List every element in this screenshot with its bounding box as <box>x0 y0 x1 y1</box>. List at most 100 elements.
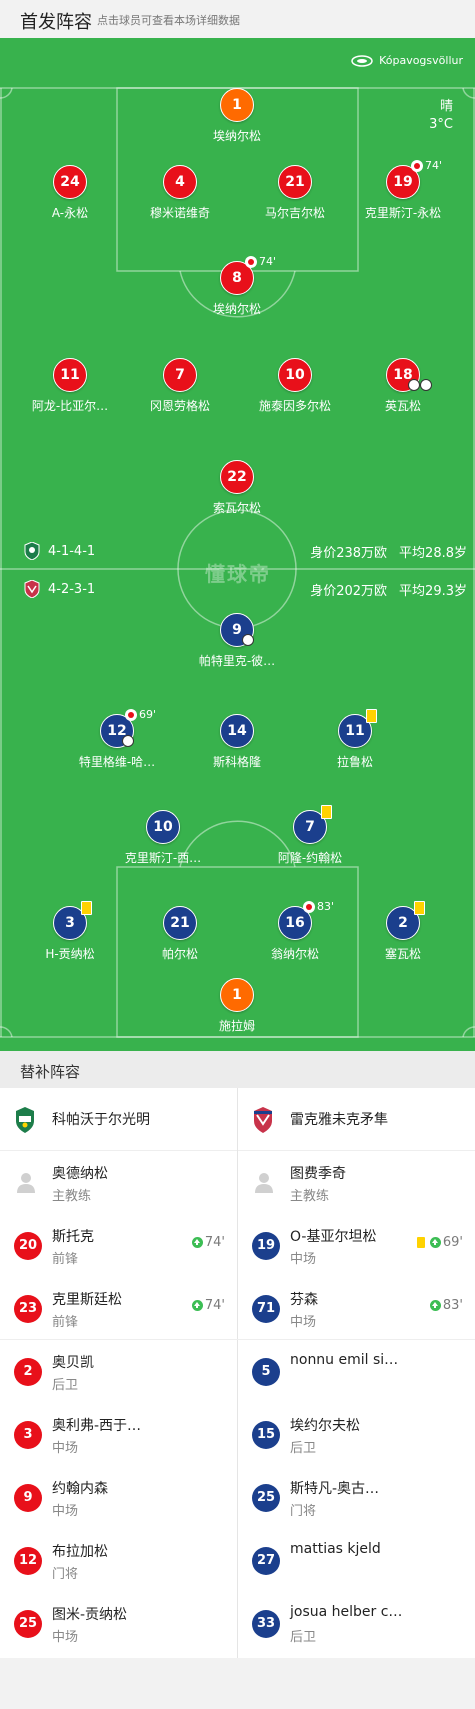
home-formation: 4-1-4-1 <box>24 542 95 560</box>
subs-title: 替补阵容 <box>20 1063 81 1081</box>
player-name: 阿隆-约翰松 <box>277 851 343 865</box>
subs-column-divider <box>237 1088 238 1658</box>
sub-player-row[interactable]: 12 布拉加松 门将 <box>0 1529 237 1592</box>
home-player[interactable]: 22 索瓦尔松 <box>172 460 302 516</box>
away-player[interactable]: 21 帕尔松 <box>115 906 245 962</box>
sub-number: 25 <box>14 1610 42 1638</box>
stadium-icon <box>351 54 373 67</box>
sub-number: 2 <box>14 1358 42 1386</box>
sub-player-row[interactable]: 2 奥贝凯 后卫 <box>0 1340 237 1403</box>
weather-condition: 晴 <box>439 99 453 114</box>
sub-position: 前锋 <box>52 1315 79 1330</box>
player-number: 1 <box>220 978 254 1012</box>
home-team-value: 身价238万欧 <box>310 546 388 561</box>
sub-position: 后卫 <box>52 1378 79 1393</box>
sub-off-badge: 83' <box>303 901 334 913</box>
coach-name: 奥德纳松 <box>52 1166 108 1182</box>
home-team-name: 科帕沃于尔光明 <box>52 1112 150 1128</box>
away-team-logo-icon <box>24 580 40 598</box>
away-player[interactable]: 14 斯科格隆 <box>172 714 302 770</box>
sub-player-row[interactable]: 25 斯特凡-奥古… 门将 <box>238 1466 475 1529</box>
player-number-text: 8 <box>232 270 242 286</box>
subs-header: 替补阵容 <box>0 1051 475 1088</box>
home-player[interactable]: 1 埃纳尔松 <box>172 88 302 144</box>
player-number: 7 <box>293 805 332 844</box>
goals-badge <box>242 634 254 646</box>
sub-position: 中场 <box>52 1630 79 1645</box>
player-name: 克里斯汀-永松 <box>364 206 442 220</box>
sub-in-minute: 74' <box>204 1298 225 1313</box>
away-player[interactable]: 7 阿隆-约翰松 <box>245 805 375 866</box>
away-player[interactable]: 11 拉鲁松 <box>290 709 420 770</box>
watermark: 懂球帝 <box>205 562 271 586</box>
sub-player-row[interactable]: 5 nonnu emil si… <box>238 1340 475 1403</box>
home-coach-row[interactable]: 奥德纳松 主教练 <box>0 1151 237 1214</box>
away-team-avg-age: 平均29.3岁 <box>399 584 467 599</box>
sub-off-minute: 83' <box>317 900 335 913</box>
football-icon <box>420 379 432 391</box>
home-player[interactable]: 7 冈恩劳格松 <box>115 358 245 414</box>
away-player[interactable]: 12 69' 特里格维-哈… <box>52 709 182 770</box>
sub-number: 27 <box>252 1547 280 1575</box>
sub-name: mattias kjeld <box>290 1541 381 1557</box>
away-player[interactable]: 10 克里斯汀-西… <box>98 810 228 866</box>
sub-in-icon <box>191 1237 203 1248</box>
away-player[interactable]: 1 施拉姆 <box>172 978 302 1034</box>
player-name: 帕尔松 <box>161 947 198 961</box>
football-icon <box>408 379 420 391</box>
sub-in-badge: 83' <box>429 1298 463 1313</box>
home-team-logo-icon <box>16 1107 34 1133</box>
player-name: 帕特里克-彼… <box>198 654 276 668</box>
sub-player-row[interactable]: 19 O-基亚尔坦松 中场 69' <box>238 1214 475 1277</box>
player-number: 14 <box>220 714 254 748</box>
sub-number: 5 <box>252 1358 280 1386</box>
sub-player-row[interactable]: 15 埃约尔夫松 后卫 <box>238 1403 475 1466</box>
home-team-row[interactable]: 科帕沃于尔光明 <box>0 1088 237 1151</box>
sub-player-row[interactable]: 3 奥利弗-西于… 中场 <box>0 1403 237 1466</box>
sub-player-row[interactable]: 9 约翰内森 中场 <box>0 1466 237 1529</box>
sub-player-row[interactable]: 71 芬森 中场 83' <box>238 1277 475 1340</box>
sub-player-row[interactable]: 33 josua helber c… 后卫 <box>238 1592 475 1655</box>
football-icon <box>122 735 134 747</box>
sub-number: 9 <box>14 1484 42 1512</box>
sub-position: 前锋 <box>52 1252 79 1267</box>
sub-in-minute: 83' <box>442 1298 463 1313</box>
sub-position: 中场 <box>290 1252 317 1267</box>
home-formation-text: 4-1-4-1 <box>48 543 96 559</box>
away-team-logo-icon <box>254 1107 272 1133</box>
away-player[interactable]: 9 帕特里克-彼… <box>172 613 302 669</box>
home-player[interactable]: 18 英瓦松 <box>338 358 468 414</box>
home-team-avg-age: 平均28.8岁 <box>399 546 467 561</box>
away-team-row[interactable]: 雷克雅未克矛隼 <box>238 1088 475 1151</box>
home-player[interactable]: 19 74' 克里斯汀-永松 <box>338 160 468 221</box>
sub-off-badge: 69' <box>125 709 156 721</box>
yellow-card-icon <box>416 1237 425 1248</box>
sub-player-row[interactable]: 25 图米-贡纳松 中场 <box>0 1592 237 1655</box>
player-number: 21 <box>278 165 312 199</box>
sub-name: 奥利弗-西于… <box>52 1418 142 1434</box>
sub-name: josua helber c… <box>290 1604 403 1620</box>
away-team-name: 雷克雅未克矛隼 <box>290 1112 388 1128</box>
player-number: 1 <box>220 88 254 122</box>
home-player[interactable]: 4 穆米诺维奇 <box>115 165 245 221</box>
player-number: 10 <box>146 810 180 844</box>
sub-position: 中场 <box>52 1504 79 1519</box>
home-player[interactable]: 8 74' 埃纳尔松 <box>172 256 302 317</box>
coach-role: 主教练 <box>290 1189 330 1204</box>
player-name: 索瓦尔松 <box>212 501 261 515</box>
away-player[interactable]: 2 塞瓦松 <box>338 901 468 962</box>
coach-avatar-icon <box>17 1173 35 1193</box>
away-coach-row[interactable]: 图费季奇 主教练 <box>238 1151 475 1214</box>
sub-player-row[interactable]: 23 克里斯廷松 前锋 74' <box>0 1277 237 1340</box>
sub-name: 图米-贡纳松 <box>52 1607 128 1623</box>
player-name: 拉鲁松 <box>336 755 373 769</box>
sub-player-row[interactable]: 27 mattias kjeld <box>238 1529 475 1592</box>
sub-in-minute: 69' <box>442 1235 463 1250</box>
sub-off-badge: 74' <box>245 256 276 268</box>
player-name: 塞瓦松 <box>384 947 421 961</box>
player-name: 克里斯汀-西… <box>124 851 202 865</box>
football-icon <box>242 634 254 646</box>
sub-number: 23 <box>14 1295 42 1323</box>
sub-player-row[interactable]: 20 斯托克 前锋 74' <box>0 1214 237 1277</box>
sub-number: 25 <box>252 1484 280 1512</box>
